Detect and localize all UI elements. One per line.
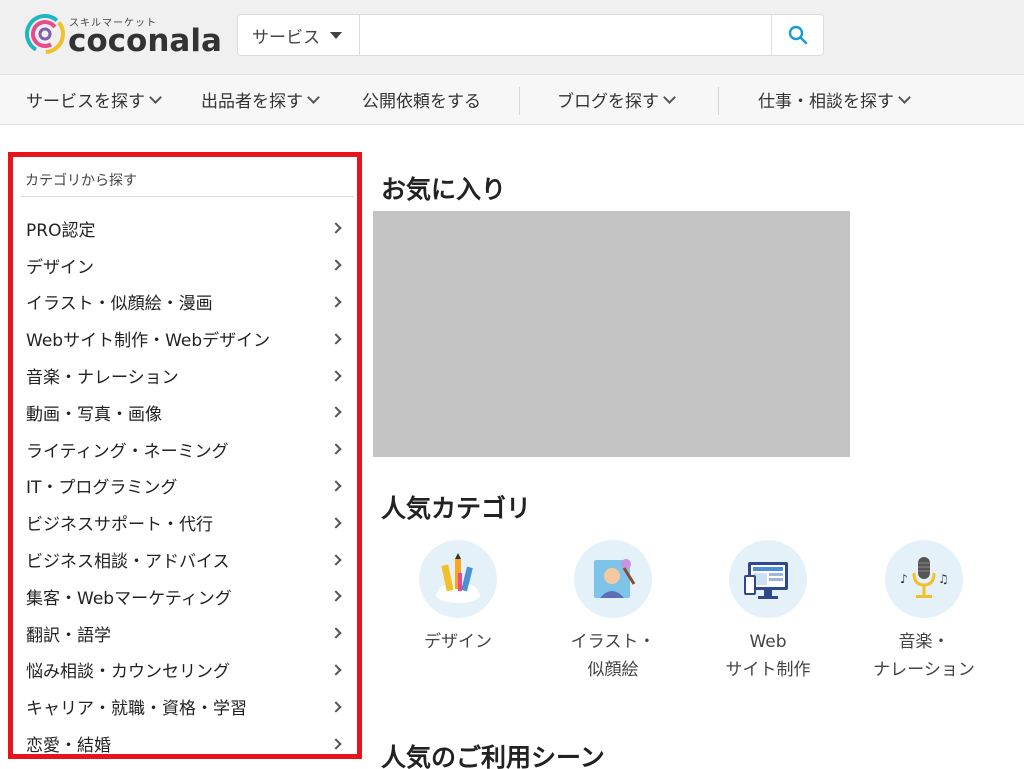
- category-label: Webサイト制作・Webデザイン: [26, 331, 271, 352]
- chevron-right-icon: [330, 333, 342, 345]
- category-label: 音楽・ナレーション: [26, 368, 179, 389]
- popular-category-label: Web サイト制作: [725, 632, 811, 680]
- chevron-down-icon: [898, 90, 911, 104]
- category-label: 翻訳・語学: [26, 625, 111, 646]
- nav-label: 公開依頼をする: [362, 92, 481, 112]
- chevron-right-icon: [330, 406, 342, 419]
- chevron-right-icon: [330, 369, 342, 382]
- category-sidebar: カテゴリから探す PRO認定 デザイン イラスト・似顔絵・漫画 Webサイト制作…: [8, 152, 362, 759]
- svg-text:♪: ♪: [900, 572, 908, 586]
- nav-divider: [718, 87, 719, 115]
- nav-post-request[interactable]: 公開依頼をする: [362, 75, 481, 124]
- favorites-placeholder: [373, 211, 850, 457]
- chevron-right-icon: [330, 701, 342, 713]
- chevron-right-icon: [330, 553, 342, 566]
- popular-category-illustration[interactable]: イラスト・ 似顔絵: [553, 540, 673, 684]
- category-item-design[interactable]: デザイン: [13, 247, 357, 284]
- search-type-select[interactable]: サービス: [238, 15, 360, 55]
- category-item-counseling[interactable]: 悩み相談・カウンセリング: [13, 652, 357, 689]
- chevron-right-icon: [330, 517, 342, 529]
- coconala-logo-icon: [25, 14, 65, 54]
- caret-down-icon: [330, 31, 342, 39]
- nav-find-services[interactable]: サービスを探す: [26, 75, 162, 124]
- category-item-business-support[interactable]: ビジネスサポート・代行: [13, 504, 357, 541]
- sidebar-title: カテゴリから探す: [25, 173, 137, 189]
- web-monitor-icon: [729, 540, 807, 618]
- category-item-career[interactable]: キャリア・就職・資格・学習: [13, 688, 357, 725]
- category-item-web[interactable]: Webサイト制作・Webデザイン: [13, 320, 357, 357]
- category-label: イラスト・似顔絵・漫画: [26, 294, 213, 315]
- category-label: PRO認定: [26, 220, 96, 241]
- chevron-down-icon: [149, 90, 162, 104]
- category-item-writing[interactable]: ライティング・ネーミング: [13, 431, 357, 468]
- chevron-right-icon: [330, 664, 342, 676]
- chevron-right-icon: [330, 590, 342, 603]
- category-label: ビジネス相談・アドバイス: [26, 552, 230, 573]
- search-button[interactable]: [771, 15, 823, 55]
- microphone-icon: ♪ ♫: [885, 540, 963, 618]
- nav-label: サービスを探す: [26, 92, 145, 112]
- popular-category-label: イラスト・ 似顔絵: [570, 632, 656, 680]
- category-item-business-advice[interactable]: ビジネス相談・アドバイス: [13, 541, 357, 578]
- svg-text:♫: ♫: [938, 572, 949, 586]
- category-label: 集客・Webマーケティング: [26, 588, 232, 609]
- category-item-translation[interactable]: 翻訳・語学: [13, 615, 357, 652]
- nav-label: ブログを探す: [557, 92, 659, 112]
- popular-category-label: 音楽・ ナレーション: [873, 632, 975, 680]
- category-label: ライティング・ネーミング: [26, 441, 229, 462]
- category-item-music[interactable]: 音楽・ナレーション: [13, 357, 357, 394]
- chevron-right-icon: [330, 627, 342, 639]
- category-label: IT・プログラミング: [26, 478, 178, 499]
- category-item-video[interactable]: 動画・写真・画像: [13, 394, 357, 431]
- category-item-it[interactable]: IT・プログラミング: [13, 468, 357, 505]
- favorites-title: お気に入り: [381, 175, 507, 204]
- category-item-illustration[interactable]: イラスト・似顔絵・漫画: [13, 284, 357, 321]
- popular-category-web[interactable]: Web サイト制作: [708, 540, 828, 684]
- chevron-right-icon: [330, 259, 342, 271]
- popular-category-label: デザイン: [424, 632, 492, 652]
- category-label: デザイン: [26, 257, 94, 278]
- nav-find-sellers[interactable]: 出品者を探す: [201, 75, 320, 124]
- site-header: スキルマーケット coconala サービス: [0, 0, 1024, 74]
- chevron-right-icon: [330, 737, 342, 750]
- category-label: ビジネスサポート・代行: [26, 515, 213, 536]
- search-input[interactable]: [361, 15, 771, 55]
- popular-scenes-title: 人気のご利用シーン: [381, 743, 605, 769]
- category-item-marketing[interactable]: 集客・Webマーケティング: [13, 578, 357, 615]
- chevron-down-icon: [307, 90, 320, 104]
- search-icon: [788, 25, 807, 45]
- nav-divider: [519, 87, 520, 115]
- nav-label: 出品者を探す: [201, 92, 303, 112]
- chevron-right-icon: [330, 480, 342, 492]
- sidebar-divider: [21, 196, 354, 197]
- chevron-down-icon: [663, 90, 676, 104]
- category-item-romance[interactable]: 恋愛・結婚: [13, 725, 357, 757]
- chevron-right-icon: [330, 222, 342, 235]
- category-label: キャリア・就職・資格・学習: [26, 699, 247, 720]
- category-label: 恋愛・結婚: [26, 736, 111, 757]
- popular-category-music[interactable]: ♪ ♫ 音楽・ ナレーション: [864, 540, 984, 684]
- coconala-logo[interactable]: スキルマーケット coconala: [25, 12, 222, 60]
- logo-wordmark: coconala: [68, 23, 222, 59]
- chevron-right-icon: [330, 443, 342, 455]
- popular-categories-title: 人気カテゴリ: [381, 494, 532, 523]
- popular-category-design[interactable]: デザイン: [398, 540, 518, 656]
- main-nav: サービスを探す 出品者を探す 公開依頼をする ブログを探す 仕事・相談を探す: [0, 74, 1024, 125]
- category-list: PRO認定 デザイン イラスト・似顔絵・漫画 Webサイト制作・Webデザイン …: [13, 210, 357, 757]
- category-label: 悩み相談・カウンセリング: [26, 662, 230, 683]
- nav-label: 仕事・相談を探す: [758, 92, 894, 112]
- nav-find-blogs[interactable]: ブログを探す: [557, 75, 676, 124]
- nav-find-jobs[interactable]: 仕事・相談を探す: [758, 75, 911, 124]
- design-tools-icon: [419, 540, 497, 618]
- category-item-pro[interactable]: PRO認定: [13, 210, 357, 247]
- portrait-illustration-icon: [574, 540, 652, 618]
- search-bar: サービス: [237, 14, 824, 56]
- category-label: 動画・写真・画像: [26, 404, 162, 425]
- chevron-right-icon: [330, 296, 342, 308]
- search-type-value: サービス: [252, 27, 320, 48]
